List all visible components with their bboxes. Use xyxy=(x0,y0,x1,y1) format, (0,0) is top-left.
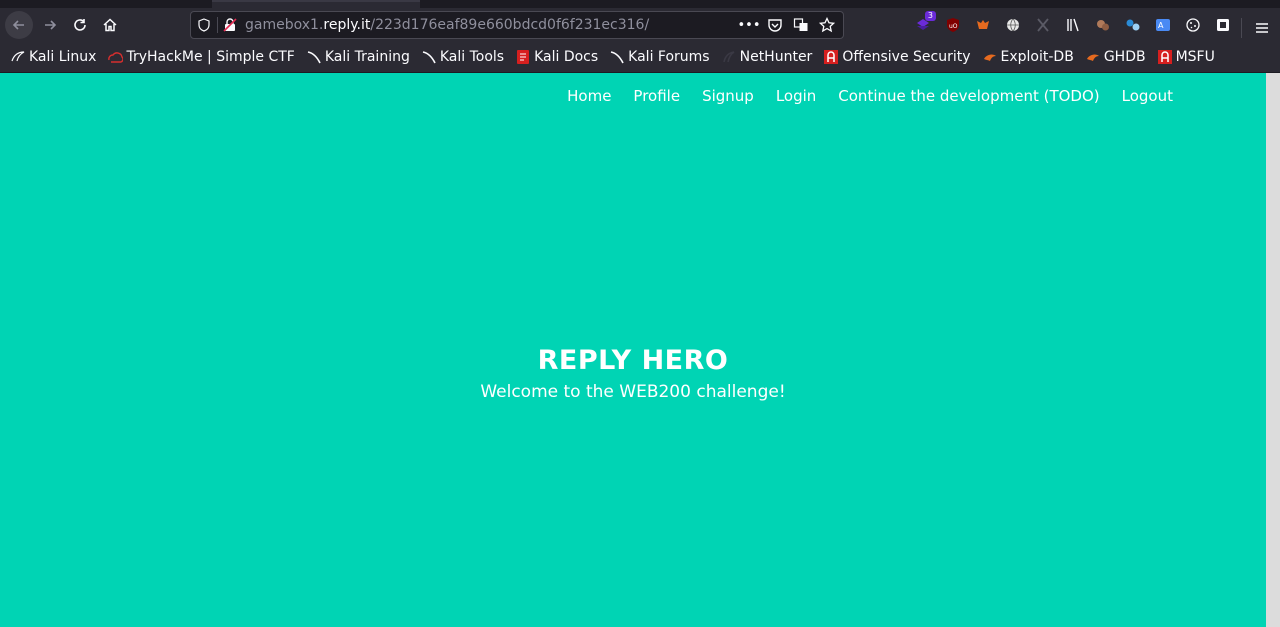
site-navigation: Home Profile Signup Login Continue the d… xyxy=(545,87,1173,105)
x-extension-icon[interactable] xyxy=(1032,14,1054,36)
web-page: Home Profile Signup Login Continue the d… xyxy=(0,73,1266,627)
bookmark-label: Kali Training xyxy=(324,49,410,65)
url-subdomain: gamebox1. xyxy=(245,17,324,33)
tryhackme-icon xyxy=(107,49,124,65)
extension-purple-icon[interactable]: 3 xyxy=(912,11,936,36)
url-path: /223d176eaf89e660bdcd0f6f231ec316/ xyxy=(370,17,650,33)
toolbar-separator xyxy=(1241,18,1242,38)
bookmark-label: Kali Linux xyxy=(29,49,97,65)
svg-text:A: A xyxy=(1158,21,1164,30)
hero-section: REPLY HERO Welcome to the WEB200 challen… xyxy=(0,345,1266,402)
translate-extension-icon[interactable]: A xyxy=(1152,14,1174,36)
insecure-lock-icon[interactable] xyxy=(223,18,237,32)
bookmark-label: Kali Tools xyxy=(439,49,505,65)
urlbar-actions: ••• xyxy=(738,16,837,34)
ublock-icon[interactable]: uO xyxy=(942,14,964,36)
offsec-icon xyxy=(1157,49,1173,65)
bookmark-label: MSFU xyxy=(1175,49,1215,65)
nav-home-link[interactable]: Home xyxy=(567,87,611,105)
bookmark-label: Exploit-DB xyxy=(1000,49,1074,65)
active-tab[interactable] xyxy=(212,0,420,8)
cookie-extension-icon[interactable] xyxy=(1092,14,1114,36)
hero-subtitle: Welcome to the WEB200 challenge! xyxy=(480,382,786,402)
pocket-icon[interactable] xyxy=(765,16,785,34)
bookmark-label: Kali Docs xyxy=(534,49,599,65)
home-icon xyxy=(103,18,117,32)
forward-button[interactable] xyxy=(36,11,64,39)
hero-title: REPLY HERO xyxy=(537,345,729,376)
nav-signup-link[interactable]: Signup xyxy=(702,87,754,105)
kali-dragon-icon xyxy=(10,49,26,65)
kali-dragon-icon xyxy=(421,49,437,65)
cookie-icon[interactable] xyxy=(1182,14,1204,36)
tab-strip xyxy=(0,0,1280,8)
nav-logout-link[interactable]: Logout xyxy=(1122,87,1173,105)
bookmark-kali-docs[interactable]: Kali Docs xyxy=(515,49,598,65)
extension-badge: 3 xyxy=(924,11,936,21)
address-bar[interactable]: gamebox1.reply.it/223d176eaf89e660bdcd0f… xyxy=(190,11,844,39)
svg-text:uO: uO xyxy=(949,23,958,30)
kali-docs-icon xyxy=(515,49,531,65)
nav-continue-development-link[interactable]: Continue the development (TODO) xyxy=(838,87,1099,105)
url-text[interactable]: gamebox1.reply.it/223d176eaf89e660bdcd0f… xyxy=(245,17,649,33)
kali-dragon-icon xyxy=(306,49,322,65)
bookmark-kali-forums[interactable]: Kali Forums xyxy=(609,49,710,65)
bookmark-label: NetHunter xyxy=(739,49,813,65)
reload-icon xyxy=(74,19,86,31)
extensions-toolbar: 3 uO A xyxy=(912,11,1242,36)
bookmark-kali-training[interactable]: Kali Training xyxy=(306,49,410,65)
reload-button[interactable] xyxy=(66,11,94,39)
bookmark-kali-tools[interactable]: Kali Tools xyxy=(421,49,504,65)
kali-dragon-icon xyxy=(609,49,625,65)
bookmark-msfu[interactable]: MSFU xyxy=(1157,49,1215,65)
navigation-toolbar: gamebox1.reply.it/223d176eaf89e660bdcd0f… xyxy=(0,8,1280,42)
hamburger-menu-icon xyxy=(1256,23,1268,33)
network-extension-icon[interactable] xyxy=(1122,14,1144,36)
arrow-left-icon xyxy=(12,20,24,30)
bookmark-label: Offensive Security xyxy=(842,49,971,65)
exploitdb-icon xyxy=(1085,49,1101,65)
exploitdb-icon xyxy=(982,49,998,65)
nethunter-icon xyxy=(721,49,737,65)
library-icon[interactable] xyxy=(1062,14,1084,36)
bookmark-offensive-security[interactable]: Offensive Security xyxy=(823,49,971,65)
nav-login-link[interactable]: Login xyxy=(776,87,816,105)
page-scrollbar[interactable] xyxy=(1266,73,1280,627)
bookmark-exploit-db[interactable]: Exploit-DB xyxy=(982,49,1074,65)
url-host: reply.it xyxy=(323,17,371,33)
bookmark-ghdb[interactable]: GHDB xyxy=(1085,49,1146,65)
translate-icon[interactable] xyxy=(791,16,811,34)
back-button[interactable] xyxy=(5,11,33,39)
screenshot-icon[interactable] xyxy=(1212,14,1234,36)
bookmark-tryhackme[interactable]: TryHackMe | Simple CTF xyxy=(107,49,295,65)
offsec-icon xyxy=(823,49,839,65)
bookmark-kali-linux[interactable]: Kali Linux xyxy=(10,49,96,65)
arrow-right-icon xyxy=(45,20,57,30)
bookmarks-toolbar: Kali Linux TryHackMe | Simple CTF Kali T… xyxy=(0,42,1280,73)
urlbar-separator xyxy=(217,17,218,33)
nav-profile-link[interactable]: Profile xyxy=(633,87,680,105)
more-actions-icon[interactable]: ••• xyxy=(738,16,761,34)
bookmark-nethunter[interactable]: NetHunter xyxy=(721,49,813,65)
home-button[interactable] xyxy=(96,11,124,39)
bookmark-label: GHDB xyxy=(1103,49,1146,65)
bookmark-star-icon[interactable] xyxy=(817,16,837,34)
menu-button[interactable] xyxy=(1252,18,1272,38)
foxyproxy-icon[interactable] xyxy=(972,14,994,36)
shield-icon[interactable] xyxy=(197,18,211,32)
bookmark-label: TryHackMe | Simple CTF xyxy=(126,49,295,65)
bookmark-label: Kali Forums xyxy=(628,49,710,65)
globe-icon[interactable] xyxy=(1002,14,1024,36)
